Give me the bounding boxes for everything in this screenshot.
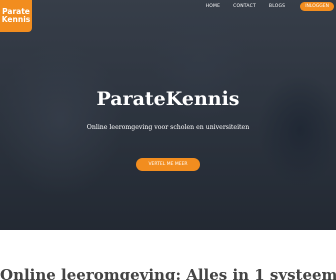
login-button[interactable]: INLOGGEN <box>300 2 334 11</box>
hero-background-image <box>0 0 336 230</box>
hero-title: ParateKennis <box>96 88 240 110</box>
nav-item-contact[interactable]: CONTACT <box>233 4 256 9</box>
main-nav: HOME CONTACT BLOGS INLOGGEN <box>206 2 334 11</box>
site-logo[interactable]: Parate Kennis <box>0 0 32 32</box>
hero-subtitle: Online leeromgeving voor scholen en univ… <box>86 124 250 131</box>
section-heading: Online leeromgeving: Alles in 1 systeem <box>0 266 336 280</box>
tell-me-more-button[interactable]: VERTEL ME MEER <box>136 158 200 171</box>
nav-item-home[interactable]: HOME <box>206 4 220 9</box>
hero-section: Parate Kennis HOME CONTACT BLOGS INLOGGE… <box>0 0 336 230</box>
logo-text-line2: Kennis <box>1 15 31 24</box>
nav-item-blogs[interactable]: BLOGS <box>269 4 285 9</box>
